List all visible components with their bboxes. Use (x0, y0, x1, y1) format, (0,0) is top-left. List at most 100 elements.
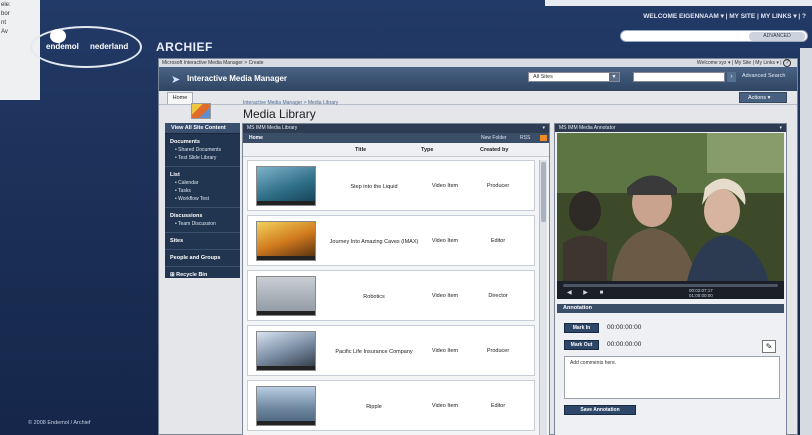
media-title[interactable]: Pacific Life Insurance Company (328, 326, 420, 377)
media-type: Video Item (431, 403, 459, 409)
advanced-search-link[interactable]: Advanced Search (742, 73, 785, 79)
imm-logo-icon: ➤ (171, 74, 181, 86)
search-input[interactable] (633, 72, 725, 82)
mark-in-button[interactable]: Mark In (564, 323, 599, 333)
library-toolbar: Home New Folder RSS (243, 133, 549, 143)
media-title[interactable]: Journey Into Amazing Caves (IMAX) (328, 216, 420, 267)
video-controls: ◀ ▶ ■ 00:02:07:17 01:00:00:00 (557, 281, 784, 299)
app-header: ➤ Interactive Media Manager All Sites ▼ … (159, 67, 797, 91)
video-thumbnail[interactable] (256, 276, 316, 316)
rss-link[interactable]: RSS (520, 133, 530, 143)
column-header-title[interactable]: Title (355, 143, 366, 157)
nav-group-heading[interactable]: Documents (165, 134, 240, 146)
help-icon[interactable]: ? (783, 59, 791, 67)
video-thumbnail[interactable] (256, 166, 316, 206)
media-list: Step into the Liquid Video Item Producer Jo… (247, 160, 535, 435)
nav-group-heading[interactable]: List (165, 166, 240, 179)
portal-search-input[interactable]: ADVANCED (620, 30, 808, 42)
mark-in-time: 00:00:00:00 (607, 324, 642, 331)
media-title[interactable]: Step into the Liquid (328, 161, 420, 212)
top-nav-links[interactable]: WELCOME EIGENNAAM ▾ | MY SITE | MY LINKS… (560, 12, 812, 24)
welcome-text[interactable]: Welcome xyz ▾ | My Site | My Links ▾ | (697, 60, 782, 66)
nav-item[interactable]: • Team Discussion (165, 220, 240, 228)
table-row[interactable]: Ripple Video Item Editor (247, 380, 535, 431)
media-type: Video Item (431, 348, 459, 354)
page: ele: bor nt Av WELCOME EIGENNAAM ▾ | MY SIT… (0, 0, 812, 435)
media-title[interactable]: Robotics (328, 271, 420, 322)
column-headers: Title Type Created by (243, 143, 549, 157)
portal-title: ARCHIEF (156, 40, 213, 54)
nav-item[interactable]: • Calendar (165, 179, 240, 187)
breadcrumb[interactable]: Interactive Media Manager > Media Librar… (243, 100, 338, 106)
welcome-menu[interactable]: Welcome xyz ▾ | My Site | My Links ▾ | ? (697, 59, 791, 67)
thumbnail-progress-strip (257, 201, 315, 205)
nav-group-heading[interactable]: People and Groups (165, 249, 240, 262)
thumbnail-progress-strip (257, 421, 315, 425)
logo-mark-icon (50, 29, 66, 43)
page-icon (191, 103, 211, 119)
mark-out-button[interactable]: Mark Out (564, 340, 599, 350)
background-text-line: Av (1, 29, 8, 35)
library-scrollbar[interactable] (539, 160, 547, 435)
library-home-link[interactable]: Home (249, 133, 263, 143)
scroll-thumb[interactable] (541, 162, 546, 222)
page-title: Media Library (243, 107, 316, 121)
annotator-webpart-title: MS IMM Media Annotator (559, 125, 616, 131)
thumbnail-progress-strip (257, 256, 315, 260)
copyright: © 2008 Endemol / Archief (28, 420, 91, 426)
background-text-line: bor (1, 11, 10, 17)
media-type: Video Item (431, 293, 459, 299)
media-title[interactable]: Ripple (328, 381, 420, 432)
video-thumbnail[interactable] (256, 221, 316, 261)
annotation-section-header: Annotation (557, 304, 784, 313)
background-text-line: ele: (1, 2, 11, 8)
nav-item[interactable]: • Workflow Test (165, 195, 240, 203)
table-row[interactable]: Step into the Liquid Video Item Producer (247, 160, 535, 211)
nav-group-heading[interactable]: ⊞ Recycle Bin (165, 266, 240, 279)
media-type: Video Item (431, 238, 459, 244)
nav-item[interactable]: • Test Slide Library (165, 154, 240, 162)
search-go-icon[interactable]: › (727, 72, 736, 82)
mark-out-time: 00:00:00:00 (607, 341, 642, 348)
top-white-strip (545, 0, 812, 6)
nav-item[interactable]: • Tasks (165, 187, 240, 195)
video-thumbnail[interactable] (256, 331, 316, 371)
playback-buttons[interactable]: ◀ ▶ ■ (567, 289, 608, 296)
webpart-menu-icon[interactable]: ▾ (542, 124, 545, 133)
seek-bar[interactable] (563, 284, 778, 287)
video-thumbnail[interactable] (256, 386, 316, 426)
nav-group-heading[interactable]: Sites (165, 232, 240, 245)
media-created-by: Editor (490, 238, 506, 244)
table-row[interactable]: Pacific Life Insurance Company Video Item… (247, 325, 535, 376)
table-row[interactable]: Robotics Video Item Director (247, 270, 535, 321)
new-folder-button[interactable]: New Folder (481, 133, 507, 143)
webpart-menu-icon[interactable]: ▾ (779, 124, 782, 132)
pencil-icon[interactable]: ✎ (762, 340, 776, 353)
comments-textarea[interactable]: Add comments here. (564, 356, 780, 399)
nav-group-heading[interactable]: Discussions (165, 207, 240, 220)
chevron-down-icon[interactable]: ▼ (609, 73, 619, 81)
save-annotation-button[interactable]: Save Annotation (564, 405, 636, 415)
advanced-search-button[interactable]: ADVANCED (749, 32, 805, 41)
background-text-line: nt (1, 20, 7, 26)
media-created-by: Producer (486, 348, 510, 354)
search-scope-select[interactable]: All Sites ▼ (528, 72, 620, 82)
right-scrollbar[interactable] (800, 48, 812, 435)
video-player[interactable] (557, 133, 784, 281)
app-window: Microsoft Interactive Media Manager > Cr… (158, 58, 798, 435)
actions-menu-button[interactable]: Actions ▾ (739, 92, 787, 103)
media-created-by: Editor (490, 403, 506, 409)
tab-home[interactable]: Home (167, 92, 193, 104)
column-header-type[interactable]: Type (421, 143, 433, 157)
table-row[interactable]: Journey Into Amazing Caves (IMAX) Video I… (247, 215, 535, 266)
library-webpart-header: MS IMM Media Library ▾ (243, 124, 549, 133)
total-time: 01:00:00:00 (689, 293, 713, 298)
library-webpart-title: MS IMM Media Library (247, 125, 298, 131)
column-header-created-by[interactable]: Created by (480, 143, 508, 157)
rss-icon[interactable] (540, 135, 547, 141)
app-name: Interactive Media Manager (187, 74, 288, 83)
nav-item[interactable]: • Shared Documents (165, 146, 240, 154)
view-all-site-content-link[interactable]: View All Site Content (165, 123, 240, 134)
background-text: ele: bor nt Av (0, 0, 40, 37)
media-annotator-webpart: MS IMM Media Annotator ▾ ◀ ▶ ■ 00:02:07:… (554, 123, 787, 435)
